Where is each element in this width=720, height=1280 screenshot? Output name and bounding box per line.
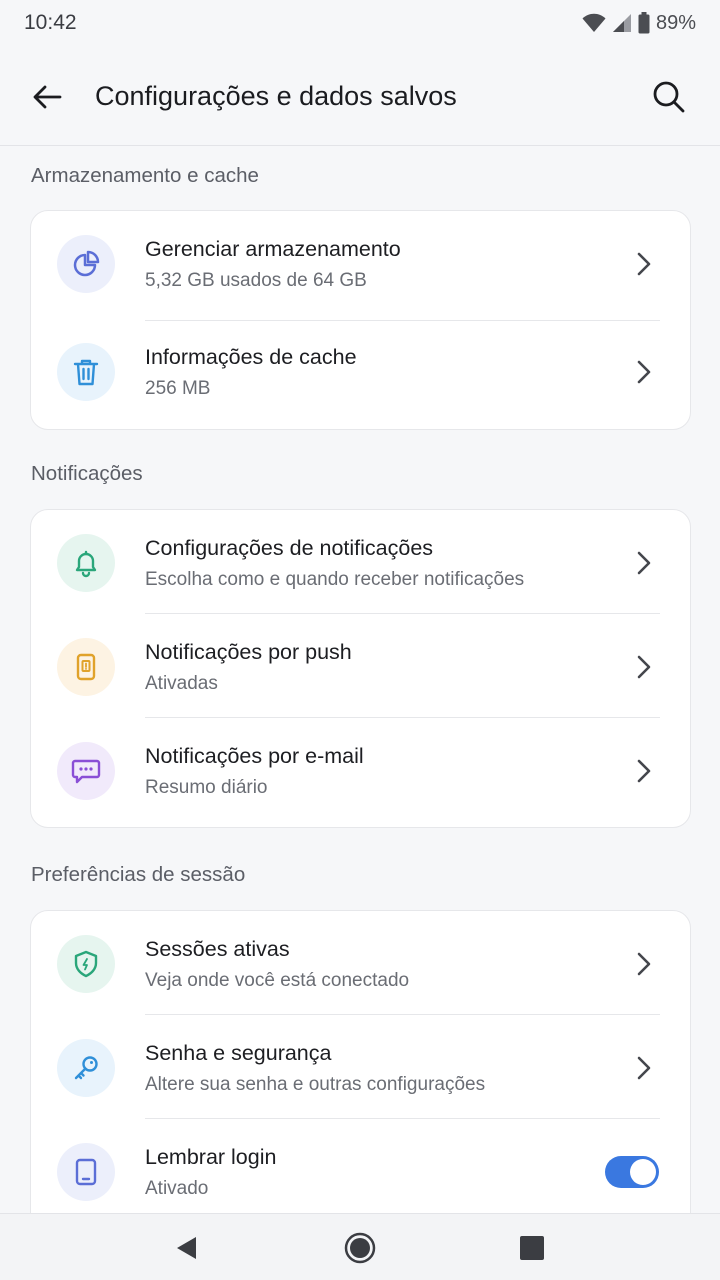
toggle-knob bbox=[630, 1159, 656, 1185]
row-manage-storage[interactable]: Gerenciar armazenamento 5,32 GB usados d… bbox=[31, 211, 690, 321]
system-nav-bar bbox=[0, 1213, 720, 1280]
status-icons: 89% bbox=[582, 12, 696, 35]
trash-icon bbox=[57, 343, 115, 401]
row-subtitle: Veja onde você está conectado bbox=[145, 970, 410, 991]
row-title: Lembrar login bbox=[145, 1145, 277, 1169]
row-subtitle: Ativado bbox=[145, 1178, 209, 1199]
arrow-left-icon bbox=[33, 85, 62, 109]
row-subtitle: Escolha como e quando receber notificaçõ… bbox=[145, 569, 525, 590]
row-subtitle: 5,32 GB usados de 64 GB bbox=[145, 270, 367, 291]
row-email-notifications[interactable]: Notificações por e-mail Resumo diário bbox=[31, 718, 690, 827]
key-icon bbox=[57, 1039, 115, 1097]
row-subtitle: Altere sua senha e outras configurações bbox=[145, 1074, 486, 1095]
chevron-right-icon bbox=[631, 548, 657, 578]
row-push-notifications[interactable]: Notificações por push Ativadas bbox=[31, 614, 690, 718]
row-password-security[interactable]: Senha e segurança Altere sua senha e out… bbox=[31, 1015, 690, 1119]
status-bar: 10:42 89% bbox=[0, 0, 720, 46]
battery-icon bbox=[638, 12, 650, 34]
nav-recents-button[interactable] bbox=[514, 1230, 550, 1266]
row-title: Notificações por e-mail bbox=[145, 744, 364, 768]
tablet-icon bbox=[57, 1143, 115, 1201]
row-subtitle: 256 MB bbox=[145, 378, 211, 399]
row-notification-settings[interactable]: Configurações de notificações Escolha co… bbox=[31, 510, 690, 614]
row-active-sessions[interactable]: Sessões ativas Veja onde você está conec… bbox=[31, 911, 690, 1015]
chevron-right-icon bbox=[631, 249, 657, 279]
row-title: Informações de cache bbox=[145, 345, 357, 369]
wifi-icon bbox=[582, 13, 606, 33]
search-icon bbox=[653, 81, 685, 113]
row-title: Sessões ativas bbox=[145, 937, 290, 961]
shield-icon bbox=[57, 935, 115, 993]
bell-icon bbox=[57, 534, 115, 592]
row-title: Senha e segurança bbox=[145, 1041, 332, 1065]
status-time: 10:42 bbox=[24, 11, 77, 34]
card-session: Sessões ativas Veja onde você está conec… bbox=[30, 910, 691, 1240]
phone-alert-icon bbox=[57, 638, 115, 696]
square-recents-icon bbox=[520, 1236, 544, 1260]
chevron-right-icon bbox=[631, 756, 657, 786]
page-title: Configurações e dados salvos bbox=[95, 81, 457, 111]
chevron-right-icon bbox=[631, 652, 657, 682]
section-label-session: Preferências de sessão bbox=[31, 863, 246, 886]
card-storage: Gerenciar armazenamento 5,32 GB usados d… bbox=[30, 210, 691, 430]
row-subtitle: Ativadas bbox=[145, 673, 218, 694]
section-label-notifications: Notificações bbox=[31, 462, 143, 485]
card-notifications: Configurações de notificações Escolha co… bbox=[30, 509, 691, 828]
circle-home-icon bbox=[344, 1232, 376, 1264]
row-cache-info[interactable]: Informações de cache 256 MB bbox=[31, 321, 690, 429]
row-title: Gerenciar armazenamento bbox=[145, 237, 401, 261]
back-button[interactable] bbox=[26, 76, 68, 118]
row-title: Notificações por push bbox=[145, 640, 352, 664]
chevron-right-icon bbox=[631, 357, 657, 387]
chevron-right-icon bbox=[631, 949, 657, 979]
row-title: Configurações de notificações bbox=[145, 536, 434, 560]
triangle-back-icon bbox=[177, 1237, 196, 1259]
row-subtitle: Resumo diário bbox=[145, 777, 268, 798]
battery-percent: 89% bbox=[655, 11, 696, 34]
pie-chart-icon bbox=[57, 235, 115, 293]
remember-login-toggle[interactable] bbox=[605, 1156, 659, 1188]
chat-icon bbox=[57, 742, 115, 800]
chevron-right-icon bbox=[631, 1053, 657, 1083]
section-label-storage: Armazenamento e cache bbox=[31, 164, 259, 187]
search-button[interactable] bbox=[646, 74, 692, 120]
signal-icon bbox=[612, 13, 632, 33]
app-bar: Configurações e dados salvos bbox=[0, 46, 720, 146]
nav-back-button[interactable] bbox=[168, 1230, 204, 1266]
nav-home-button[interactable] bbox=[342, 1230, 378, 1266]
